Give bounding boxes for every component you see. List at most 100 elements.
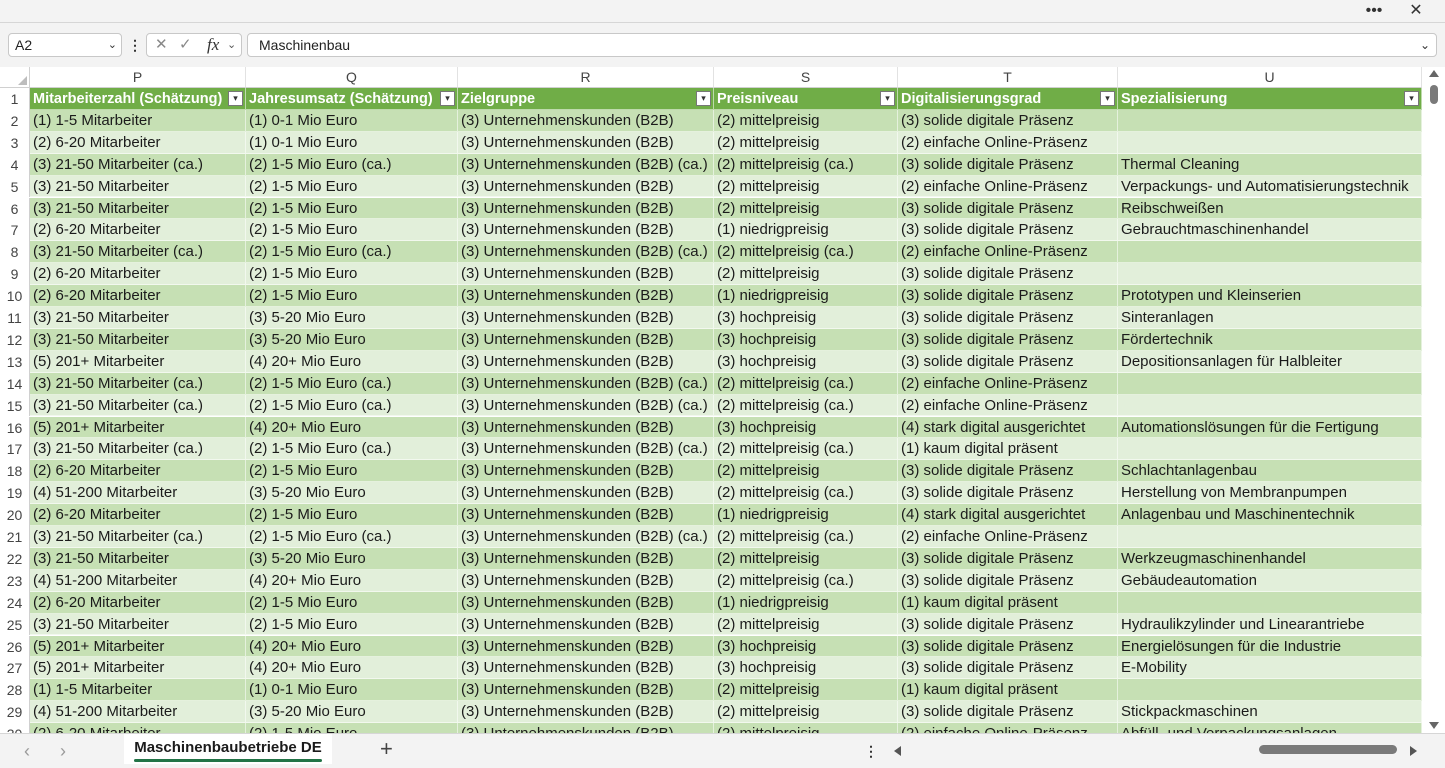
cell-spezialisierung[interactable]: Hydraulikzylinder und Linearantriebe [1118, 613, 1422, 636]
select-all-corner[interactable] [0, 67, 30, 88]
enter-icon[interactable]: ✓ [179, 34, 192, 56]
cell-mitarbeiterzahl[interactable]: (4) 51-200 Mitarbeiter [30, 701, 246, 724]
cell-preisniveau[interactable]: (2) mittelpreisig [714, 109, 898, 132]
cell-zielgruppe[interactable]: (3) Unternehmenskunden (B2B) [458, 460, 714, 483]
cell-spezialisierung[interactable]: Verpackungs- und Automatisierungstechnik [1118, 175, 1422, 198]
vertical-scrollbar[interactable] [1425, 67, 1443, 733]
cell-preisniveau[interactable]: (3) hochpreisig [714, 635, 898, 658]
cell-mitarbeiterzahl[interactable]: (4) 51-200 Mitarbeiter [30, 569, 246, 592]
cell-spezialisierung[interactable] [1118, 394, 1422, 417]
row-number[interactable]: 28 [0, 679, 30, 702]
close-icon[interactable]: ✕ [1401, 0, 1431, 22]
cell-digitalisierungsgrad[interactable]: (3) solide digitale Präsenz [898, 460, 1118, 483]
cell-spezialisierung[interactable]: Depositionsanlagen für Halbleiter [1118, 350, 1422, 373]
cell-jahresumsatz[interactable]: (4) 20+ Mio Euro [246, 569, 458, 592]
cell-jahresumsatz[interactable]: (4) 20+ Mio Euro [246, 416, 458, 439]
cell-preisniveau[interactable]: (2) mittelpreisig (ca.) [714, 241, 898, 264]
cell-digitalisierungsgrad[interactable]: (2) einfache Online-Präsenz [898, 526, 1118, 548]
cell-spezialisierung[interactable]: Gebäudeautomation [1118, 569, 1422, 592]
cell-jahresumsatz[interactable]: (2) 1-5 Mio Euro (ca.) [246, 153, 458, 176]
cell-spezialisierung[interactable]: Werkzeugmaschinenhandel [1118, 547, 1422, 570]
cell-mitarbeiterzahl[interactable]: (2) 6-20 Mitarbeiter [30, 723, 246, 733]
cell-spezialisierung[interactable]: Sinteranlagen [1118, 307, 1422, 329]
filter-dropdown-icon[interactable]: ▾ [1100, 91, 1115, 106]
cell-mitarbeiterzahl[interactable]: (3) 21-50 Mitarbeiter [30, 547, 246, 570]
row-number[interactable]: 16 [0, 416, 30, 439]
header-cell-jahresumsatz[interactable]: Jahresumsatz (Schätzung) ▾ [246, 88, 458, 110]
cell-zielgruppe[interactable]: (3) Unternehmenskunden (B2B) [458, 482, 714, 505]
filter-dropdown-icon[interactable]: ▾ [880, 91, 895, 106]
chevron-down-icon[interactable]: ⌄ [108, 34, 117, 56]
expand-formula-icon[interactable]: ⌄ [1420, 34, 1430, 56]
cell-mitarbeiterzahl[interactable]: (5) 201+ Mitarbeiter [30, 416, 246, 439]
cell-zielgruppe[interactable]: (3) Unternehmenskunden (B2B) (ca.) [458, 241, 714, 264]
cell-digitalisierungsgrad[interactable]: (3) solide digitale Präsenz [898, 153, 1118, 176]
cell-digitalisierungsgrad[interactable]: (1) kaum digital präsent [898, 438, 1118, 461]
cell-jahresumsatz[interactable]: (2) 1-5 Mio Euro [246, 197, 458, 220]
tab-options-icon[interactable]: ⋮ [864, 739, 878, 763]
cell-spezialisierung[interactable] [1118, 109, 1422, 132]
previous-sheet-icon[interactable]: ‹ [24, 739, 30, 763]
cell-jahresumsatz[interactable]: (2) 1-5 Mio Euro [246, 219, 458, 242]
sheet-tab-maschinenbaubetriebe[interactable]: Maschinenbaubetriebe DE [124, 734, 332, 764]
row-number[interactable]: 22 [0, 547, 30, 570]
cell-jahresumsatz[interactable]: (2) 1-5 Mio Euro [246, 723, 458, 733]
cell-mitarbeiterzahl[interactable]: (3) 21-50 Mitarbeiter [30, 328, 246, 351]
cell-preisniveau[interactable]: (2) mittelpreisig [714, 175, 898, 198]
cell-jahresumsatz[interactable]: (3) 5-20 Mio Euro [246, 307, 458, 329]
cell-zielgruppe[interactable]: (3) Unternehmenskunden (B2B) [458, 613, 714, 636]
cell-spezialisierung[interactable] [1118, 372, 1422, 395]
cell-jahresumsatz[interactable]: (4) 20+ Mio Euro [246, 657, 458, 680]
cell-mitarbeiterzahl[interactable]: (3) 21-50 Mitarbeiter (ca.) [30, 438, 246, 461]
cell-jahresumsatz[interactable]: (1) 0-1 Mio Euro [246, 679, 458, 702]
cell-zielgruppe[interactable]: (3) Unternehmenskunden (B2B) [458, 350, 714, 373]
cell-preisniveau[interactable]: (2) mittelpreisig [714, 263, 898, 286]
cell-zielgruppe[interactable]: (3) Unternehmenskunden (B2B) (ca.) [458, 372, 714, 395]
cell-zielgruppe[interactable]: (3) Unternehmenskunden (B2B) [458, 547, 714, 570]
cell-preisniveau[interactable]: (2) mittelpreisig (ca.) [714, 153, 898, 176]
cell-digitalisierungsgrad[interactable]: (3) solide digitale Präsenz [898, 635, 1118, 658]
cell-zielgruppe[interactable]: (3) Unternehmenskunden (B2B) [458, 679, 714, 702]
cell-jahresumsatz[interactable]: (4) 20+ Mio Euro [246, 350, 458, 373]
row-number[interactable]: 2 [0, 109, 30, 132]
cell-digitalisierungsgrad[interactable]: (2) einfache Online-Präsenz [898, 175, 1118, 198]
scroll-down-icon[interactable] [1429, 722, 1439, 729]
cell-mitarbeiterzahl[interactable]: (3) 21-50 Mitarbeiter (ca.) [30, 526, 246, 548]
cell-preisniveau[interactable]: (2) mittelpreisig (ca.) [714, 569, 898, 592]
cell-preisniveau[interactable]: (3) hochpreisig [714, 657, 898, 680]
cell-preisniveau[interactable]: (2) mittelpreisig (ca.) [714, 372, 898, 395]
row-number[interactable]: 11 [0, 307, 30, 329]
cell-jahresumsatz[interactable]: (2) 1-5 Mio Euro [246, 613, 458, 636]
cell-digitalisierungsgrad[interactable]: (3) solide digitale Präsenz [898, 285, 1118, 307]
cell-jahresumsatz[interactable]: (2) 1-5 Mio Euro (ca.) [246, 438, 458, 461]
next-sheet-icon[interactable]: › [60, 739, 66, 763]
cell-zielgruppe[interactable]: (3) Unternehmenskunden (B2B) (ca.) [458, 438, 714, 461]
cell-spezialisierung[interactable]: Automationslösungen für die Fertigung [1118, 416, 1422, 439]
cell-preisniveau[interactable]: (1) niedrigpreisig [714, 504, 898, 526]
cell-zielgruppe[interactable]: (3) Unternehmenskunden (B2B) [458, 635, 714, 658]
cell-zielgruppe[interactable]: (3) Unternehmenskunden (B2B) [458, 219, 714, 242]
row-number[interactable]: 12 [0, 328, 30, 351]
row-number[interactable]: 29 [0, 701, 30, 724]
cell-jahresumsatz[interactable]: (3) 5-20 Mio Euro [246, 547, 458, 570]
row-number[interactable]: 8 [0, 241, 30, 264]
cell-mitarbeiterzahl[interactable]: (1) 1-5 Mitarbeiter [30, 109, 246, 132]
cell-mitarbeiterzahl[interactable]: (5) 201+ Mitarbeiter [30, 657, 246, 680]
cell-preisniveau[interactable]: (2) mittelpreisig (ca.) [714, 394, 898, 417]
cell-digitalisierungsgrad[interactable]: (2) einfache Online-Präsenz [898, 394, 1118, 417]
cell-zielgruppe[interactable]: (3) Unternehmenskunden (B2B) (ca.) [458, 153, 714, 176]
cell-zielgruppe[interactable]: (3) Unternehmenskunden (B2B) [458, 701, 714, 724]
header-cell-digitalisierungsgrad[interactable]: Digitalisierungsgrad ▾ [898, 88, 1118, 110]
cell-digitalisierungsgrad[interactable]: (1) kaum digital präsent [898, 591, 1118, 614]
cell-preisniveau[interactable]: (1) niedrigpreisig [714, 591, 898, 614]
cell-preisniveau[interactable]: (3) hochpreisig [714, 416, 898, 439]
column-header-s[interactable]: S [714, 67, 898, 88]
cell-mitarbeiterzahl[interactable]: (3) 21-50 Mitarbeiter (ca.) [30, 372, 246, 395]
cell-digitalisierungsgrad[interactable]: (3) solide digitale Präsenz [898, 263, 1118, 286]
vertical-scroll-thumb[interactable] [1430, 85, 1438, 104]
cell-spezialisierung[interactable] [1118, 263, 1422, 286]
cell-spezialisierung[interactable]: Gebrauchtmaschinenhandel [1118, 219, 1422, 242]
header-cell-preisniveau[interactable]: Preisniveau ▾ [714, 88, 898, 110]
column-header-t[interactable]: T [898, 67, 1118, 88]
cell-mitarbeiterzahl[interactable]: (3) 21-50 Mitarbeiter (ca.) [30, 153, 246, 176]
